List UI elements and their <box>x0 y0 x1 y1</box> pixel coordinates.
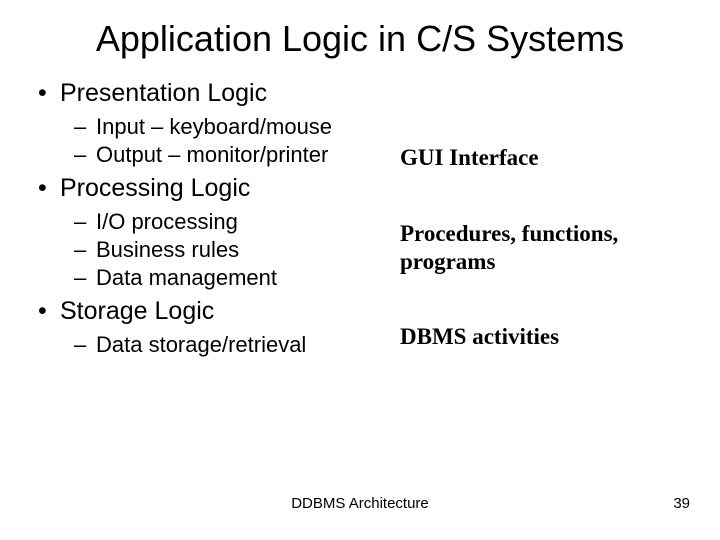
list-item-text: Output – monitor/printer <box>96 142 328 168</box>
annotation: DBMS activities <box>400 323 690 351</box>
dash-icon: – <box>74 142 96 168</box>
list-item-text: Business rules <box>96 237 239 263</box>
section-heading-text: Processing Logic <box>60 174 250 203</box>
bullet-icon: • <box>38 174 60 203</box>
list-item-text: I/O processing <box>96 209 238 235</box>
list-item-text: Data management <box>96 265 277 291</box>
list-item: – Business rules <box>74 237 400 263</box>
dash-icon: – <box>74 332 96 358</box>
list-item-text: Data storage/retrieval <box>96 332 306 358</box>
list-item: – Input – keyboard/mouse <box>74 114 400 140</box>
list-item-text: Input – keyboard/mouse <box>96 114 332 140</box>
section-heading: • Presentation Logic <box>38 79 400 108</box>
dash-icon: – <box>74 114 96 140</box>
right-column: GUI Interface Procedures, functions, pro… <box>400 79 690 398</box>
section-heading-text: Presentation Logic <box>60 79 267 108</box>
list-item: – I/O processing <box>74 209 400 235</box>
list-item: – Data storage/retrieval <box>74 332 400 358</box>
annotation: Procedures, functions, programs <box>400 220 690 275</box>
slide-title: Application Logic in C/S Systems <box>30 18 690 59</box>
dash-icon: – <box>74 237 96 263</box>
annotation: GUI Interface <box>400 144 690 172</box>
dash-icon: – <box>74 265 96 291</box>
list-item: – Output – monitor/printer <box>74 142 400 168</box>
dash-icon: – <box>74 209 96 235</box>
bullet-icon: • <box>38 297 60 326</box>
left-column: • Presentation Logic – Input – keyboard/… <box>30 79 400 398</box>
section-heading: • Storage Logic <box>38 297 400 326</box>
content-area: • Presentation Logic – Input – keyboard/… <box>30 79 690 398</box>
list-item: – Data management <box>74 265 400 291</box>
footer-text: DDBMS Architecture <box>0 495 720 512</box>
section-heading-text: Storage Logic <box>60 297 214 326</box>
section-heading: • Processing Logic <box>38 174 400 203</box>
page-number: 39 <box>673 495 690 512</box>
bullet-icon: • <box>38 79 60 108</box>
